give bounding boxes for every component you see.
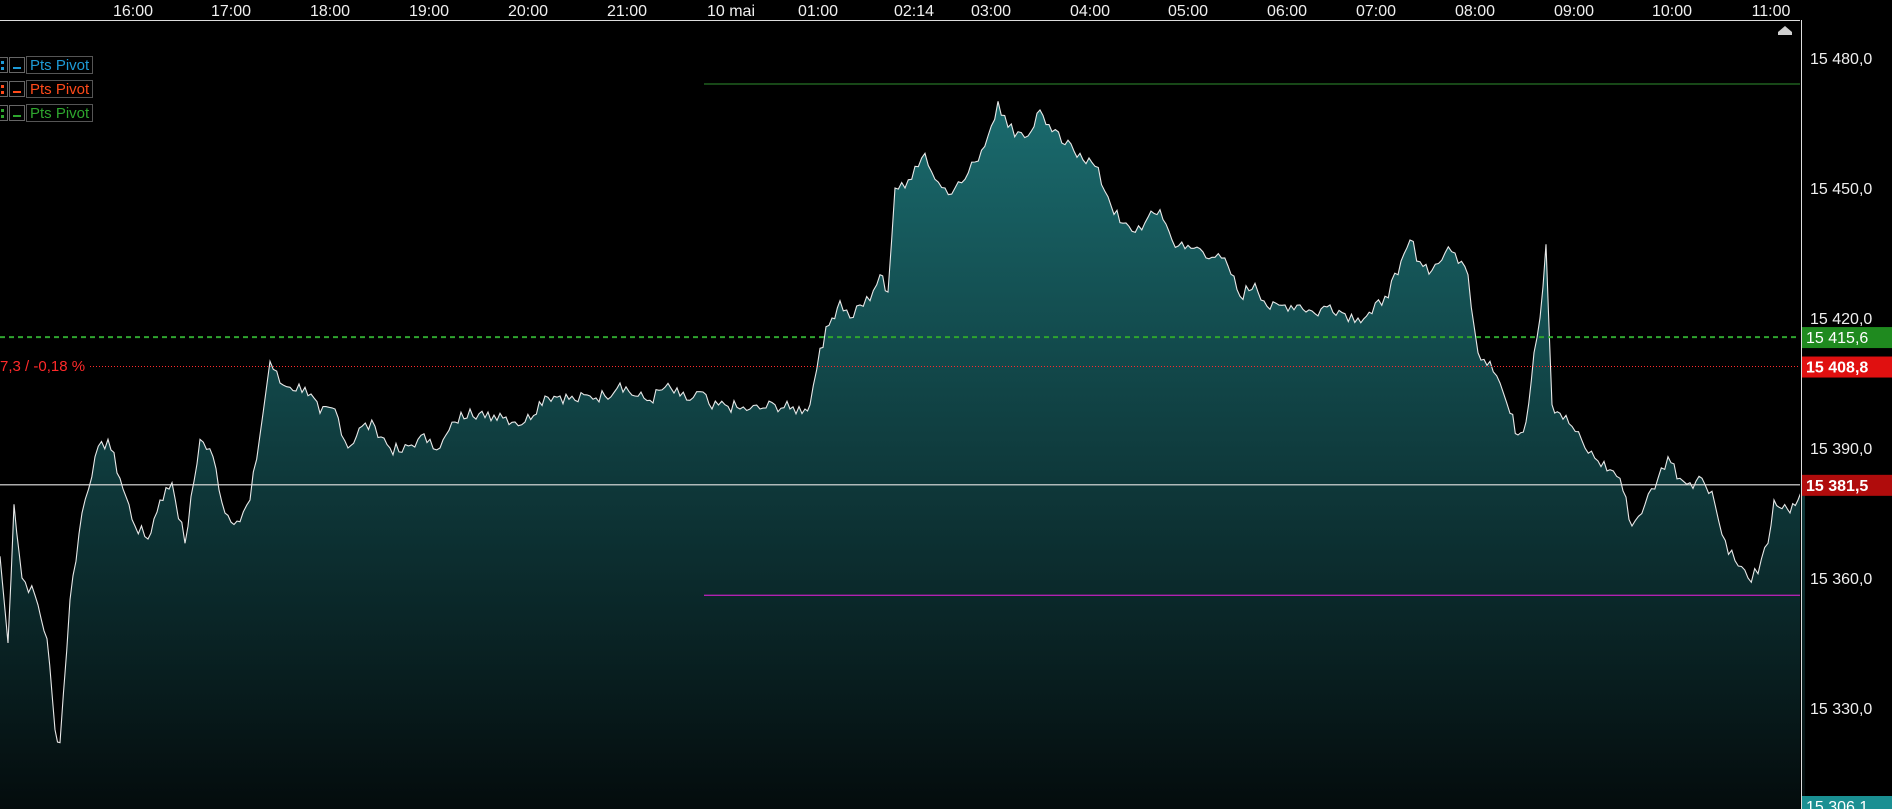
legend-handle-icon[interactable] (0, 57, 8, 73)
price-tick-label: 15 480,0 (1810, 51, 1872, 68)
time-tick-label: 04:00 (1070, 3, 1110, 20)
time-tick-label: 19:00 (409, 3, 449, 20)
time-tick-label: 02:14 (894, 3, 934, 20)
previous-close-badge: 15 408,8 (1806, 360, 1868, 377)
legend-line-style-icon[interactable] (9, 105, 25, 121)
time-tick-label: 11:00 (1752, 3, 1791, 20)
low-badge: 15 306,1 (1806, 799, 1868, 809)
home-icon[interactable] (1778, 26, 1792, 35)
price-area-fill (0, 101, 1805, 809)
time-tick-label: 09:00 (1554, 3, 1594, 20)
time-tick-label: 18:00 (310, 3, 350, 20)
legend-label: Pts Pivot (26, 80, 94, 98)
legend-item-pts-pivot[interactable]: Pts Pivot (0, 104, 94, 122)
change-label: 7,3 / -0,18 % (0, 358, 86, 375)
time-tick-label: 10:00 (1652, 3, 1692, 20)
legend-label: Pts Pivot (26, 104, 94, 122)
time-tick-label: 10 mai (707, 3, 755, 20)
time-tick-label: 21:00 (607, 3, 647, 20)
legend-line-style-icon[interactable] (9, 81, 25, 97)
time-tick-label: 03:00 (971, 3, 1011, 20)
price-chart[interactable]: 16:00 17:00 18:00 19:00 20:00 21:00 10 mai 01:0… (0, 0, 1892, 809)
legend-line-style-icon[interactable] (9, 57, 25, 73)
legend-item-pts-pivot[interactable]: Pts Pivot (0, 80, 94, 98)
green-level-badge: 15 415,6 (1806, 330, 1868, 347)
time-tick-label: 08:00 (1455, 3, 1495, 20)
time-tick-label: 16:00 (113, 3, 153, 20)
price-tick-label: 15 390,0 (1810, 441, 1872, 458)
time-tick-label: 01:00 (798, 3, 838, 20)
price-tick-label: 15 330,0 (1810, 701, 1872, 718)
price-tick-label: 15 420,0 (1810, 311, 1872, 328)
current-price-badge: 15 381,5 (1806, 478, 1868, 495)
legend-item-pts-pivot[interactable]: Pts Pivot (0, 56, 94, 74)
time-tick-label: 17:00 (211, 3, 251, 20)
price-tick-label: 15 450,0 (1810, 181, 1872, 198)
price-tick-label: 15 360,0 (1810, 571, 1872, 588)
legend-label: Pts Pivot (26, 56, 94, 74)
time-tick-label: 20:00 (508, 3, 548, 20)
time-tick-label: 07:00 (1356, 3, 1396, 20)
legend-handle-icon[interactable] (0, 105, 8, 121)
time-tick-label: 06:00 (1267, 3, 1307, 20)
legend-handle-icon[interactable] (0, 81, 8, 97)
time-tick-label: 05:00 (1168, 3, 1208, 20)
